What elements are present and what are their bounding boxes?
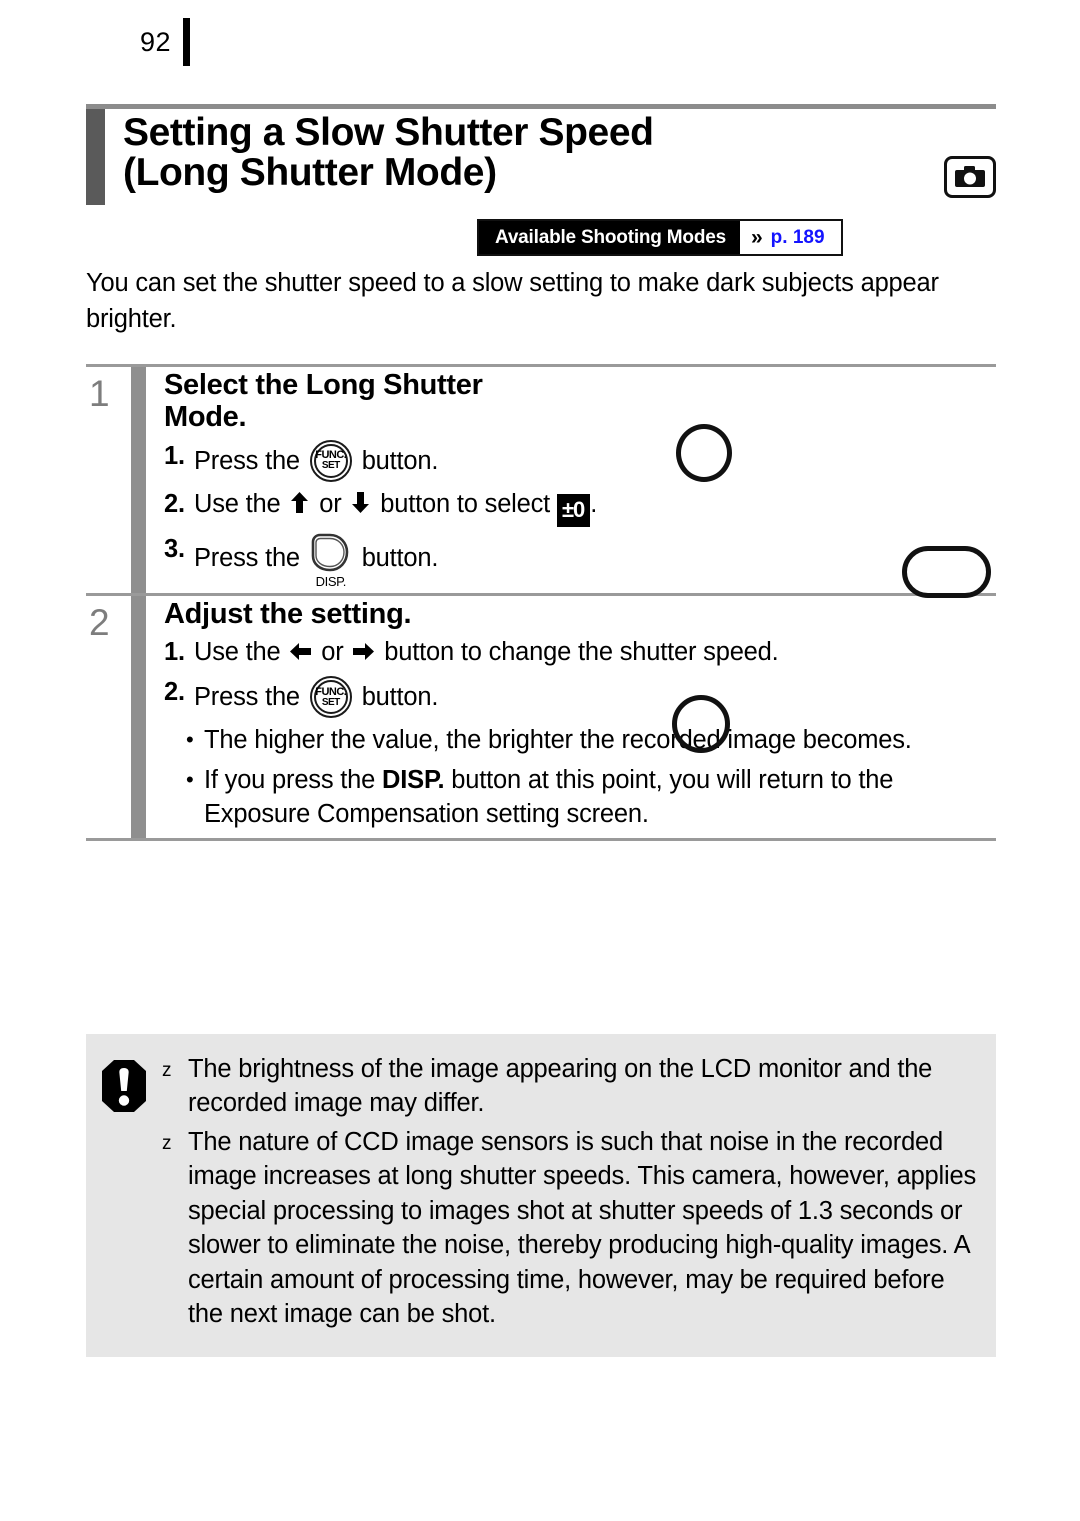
exposure-compensation-badge-icon: ±0	[556, 493, 591, 527]
substep-text-mid: or	[314, 638, 351, 667]
disp-button-icon: DISP.	[308, 533, 354, 589]
step-2-bullet-2: • If you press the DISP. button at this …	[164, 764, 996, 832]
illustration-circle-1	[676, 424, 732, 482]
left-arrow-icon	[287, 642, 314, 666]
note-bullet-glyph: z	[162, 1132, 172, 1154]
func-set-button-icon: FUNC. SET	[309, 439, 352, 482]
step-1: 1 Select the Long Shutter Mode. 1. Press…	[86, 367, 996, 593]
step-2-bullet-1: • The higher the value, the brighter the…	[164, 724, 996, 758]
step-1-substep-1: 1. Press the FUNC. SET button.	[164, 439, 996, 482]
func-set-button-icon: FUNC. SET	[309, 676, 352, 719]
note-text: The brightness of the image appearing on…	[188, 1055, 933, 1118]
substep-text-pre: Press the	[194, 683, 307, 712]
bullet-dot-icon: •	[186, 767, 194, 793]
func-set-label: FUNC. SET	[310, 440, 352, 482]
up-arrow-icon	[287, 491, 312, 518]
folio-rule	[183, 18, 190, 66]
substep-text-tail: .	[590, 489, 598, 518]
note-bullet-glyph: z	[162, 1060, 172, 1081]
page-title: Setting a Slow Shutter Speed (Long Shutt…	[123, 111, 654, 195]
available-shooting-modes-label: Available Shooting Modes	[479, 221, 740, 254]
shooting-modes-page-ref[interactable]: » p. 189	[739, 221, 841, 254]
step-2-substep-1: 1. Use the or button to change the shutt…	[164, 636, 996, 670]
substep-text: Use the or button to change the shutter …	[194, 636, 996, 670]
step-1-number: 1	[89, 373, 110, 414]
step-1-heading: Select the Long Shutter Mode.	[164, 369, 483, 434]
double-chevron-right-icon: »	[750, 226, 763, 249]
substep-text-pre: Use the	[194, 638, 288, 667]
note-text: The nature of CCD image sensors is such …	[188, 1127, 976, 1328]
step-2-number: 2	[89, 601, 110, 643]
warning-note-list: z The brightness of the image appearing …	[162, 1052, 978, 1335]
warning-note-item: z The brightness of the image appearing …	[162, 1052, 978, 1121]
substep-text: Use the or button to select ±0.	[194, 488, 996, 527]
substep-number: 1.	[164, 441, 185, 470]
substep-text-post: button.	[354, 446, 439, 475]
disp-button-label: DISP.	[315, 573, 347, 589]
right-arrow-icon	[350, 642, 377, 666]
substep-text-pre: Use the	[194, 489, 288, 518]
step-divider-bottom	[86, 838, 996, 842]
step-2-accent-bar	[131, 595, 146, 839]
substep-text: Press the DISP. button.	[194, 533, 996, 589]
substep-text-post: button.	[354, 543, 439, 572]
available-shooting-modes-badge: Available Shooting Modes » p. 189	[477, 219, 843, 256]
substep-text-post: button.	[354, 683, 439, 712]
set-label: SET	[321, 460, 340, 472]
intro-paragraph: You can set the shutter speed to a slow …	[86, 269, 939, 334]
step-1-substep-2: 2. Use the or button to select ±0.	[164, 488, 996, 527]
substep-number: 3.	[164, 534, 185, 563]
title-accent-bar	[86, 109, 105, 205]
page-folio: 92	[0, 18, 190, 66]
step-1-substep-3: 3. Press the DISP. button.	[164, 533, 996, 589]
warning-note-item: z The nature of CCD image sensors is suc…	[162, 1125, 978, 1332]
substep-number: 2.	[164, 678, 185, 707]
substep-text: Press the FUNC. SET button.	[194, 439, 996, 482]
step-2-heading: Adjust the setting.	[164, 597, 412, 630]
substep-text-post: button to select	[373, 489, 557, 518]
page-title-block: Setting a Slow Shutter Speed (Long Shutt…	[86, 104, 996, 205]
warning-exclamation-icon	[100, 1052, 162, 1335]
substep-text: Press the FUNC. SET button.	[194, 676, 996, 719]
substep-number: 2.	[164, 489, 185, 518]
step-1-accent-bar	[131, 367, 146, 593]
func-set-label: FUNC. SET	[310, 676, 352, 718]
illustration-circle-2	[672, 695, 730, 753]
substep-text-pre: Press the	[194, 543, 307, 572]
down-arrow-icon	[348, 491, 373, 518]
substep-text-mid: or	[312, 489, 349, 518]
step-2: 2 Adjust the setting. 1. Use the or butt…	[86, 595, 996, 839]
page-number: 92	[139, 26, 171, 57]
bullet-text: The higher the value, the brighter the r…	[204, 726, 912, 755]
substep-text-post: button to change the shutter speed.	[377, 638, 779, 667]
camera-icon	[944, 156, 996, 198]
set-label: SET	[321, 696, 340, 708]
page-reference-link[interactable]: p. 189	[771, 227, 825, 249]
illustration-pill-1	[902, 546, 991, 598]
step-2-substep-2: 2. Press the FUNC. SET button.	[164, 676, 996, 719]
bullet-text-pre: If you press the	[204, 766, 383, 795]
substep-text-pre: Press the	[194, 446, 307, 475]
substep-number: 1.	[164, 638, 185, 667]
warning-note-box: z The brightness of the image appearing …	[86, 1034, 996, 1358]
disp-keyword: DISP.	[382, 766, 445, 795]
bullet-dot-icon: •	[186, 727, 194, 753]
steps-section: 1 Select the Long Shutter Mode. 1. Press…	[86, 364, 996, 842]
bullet-text: If you press the DISP. button at this po…	[204, 764, 996, 832]
